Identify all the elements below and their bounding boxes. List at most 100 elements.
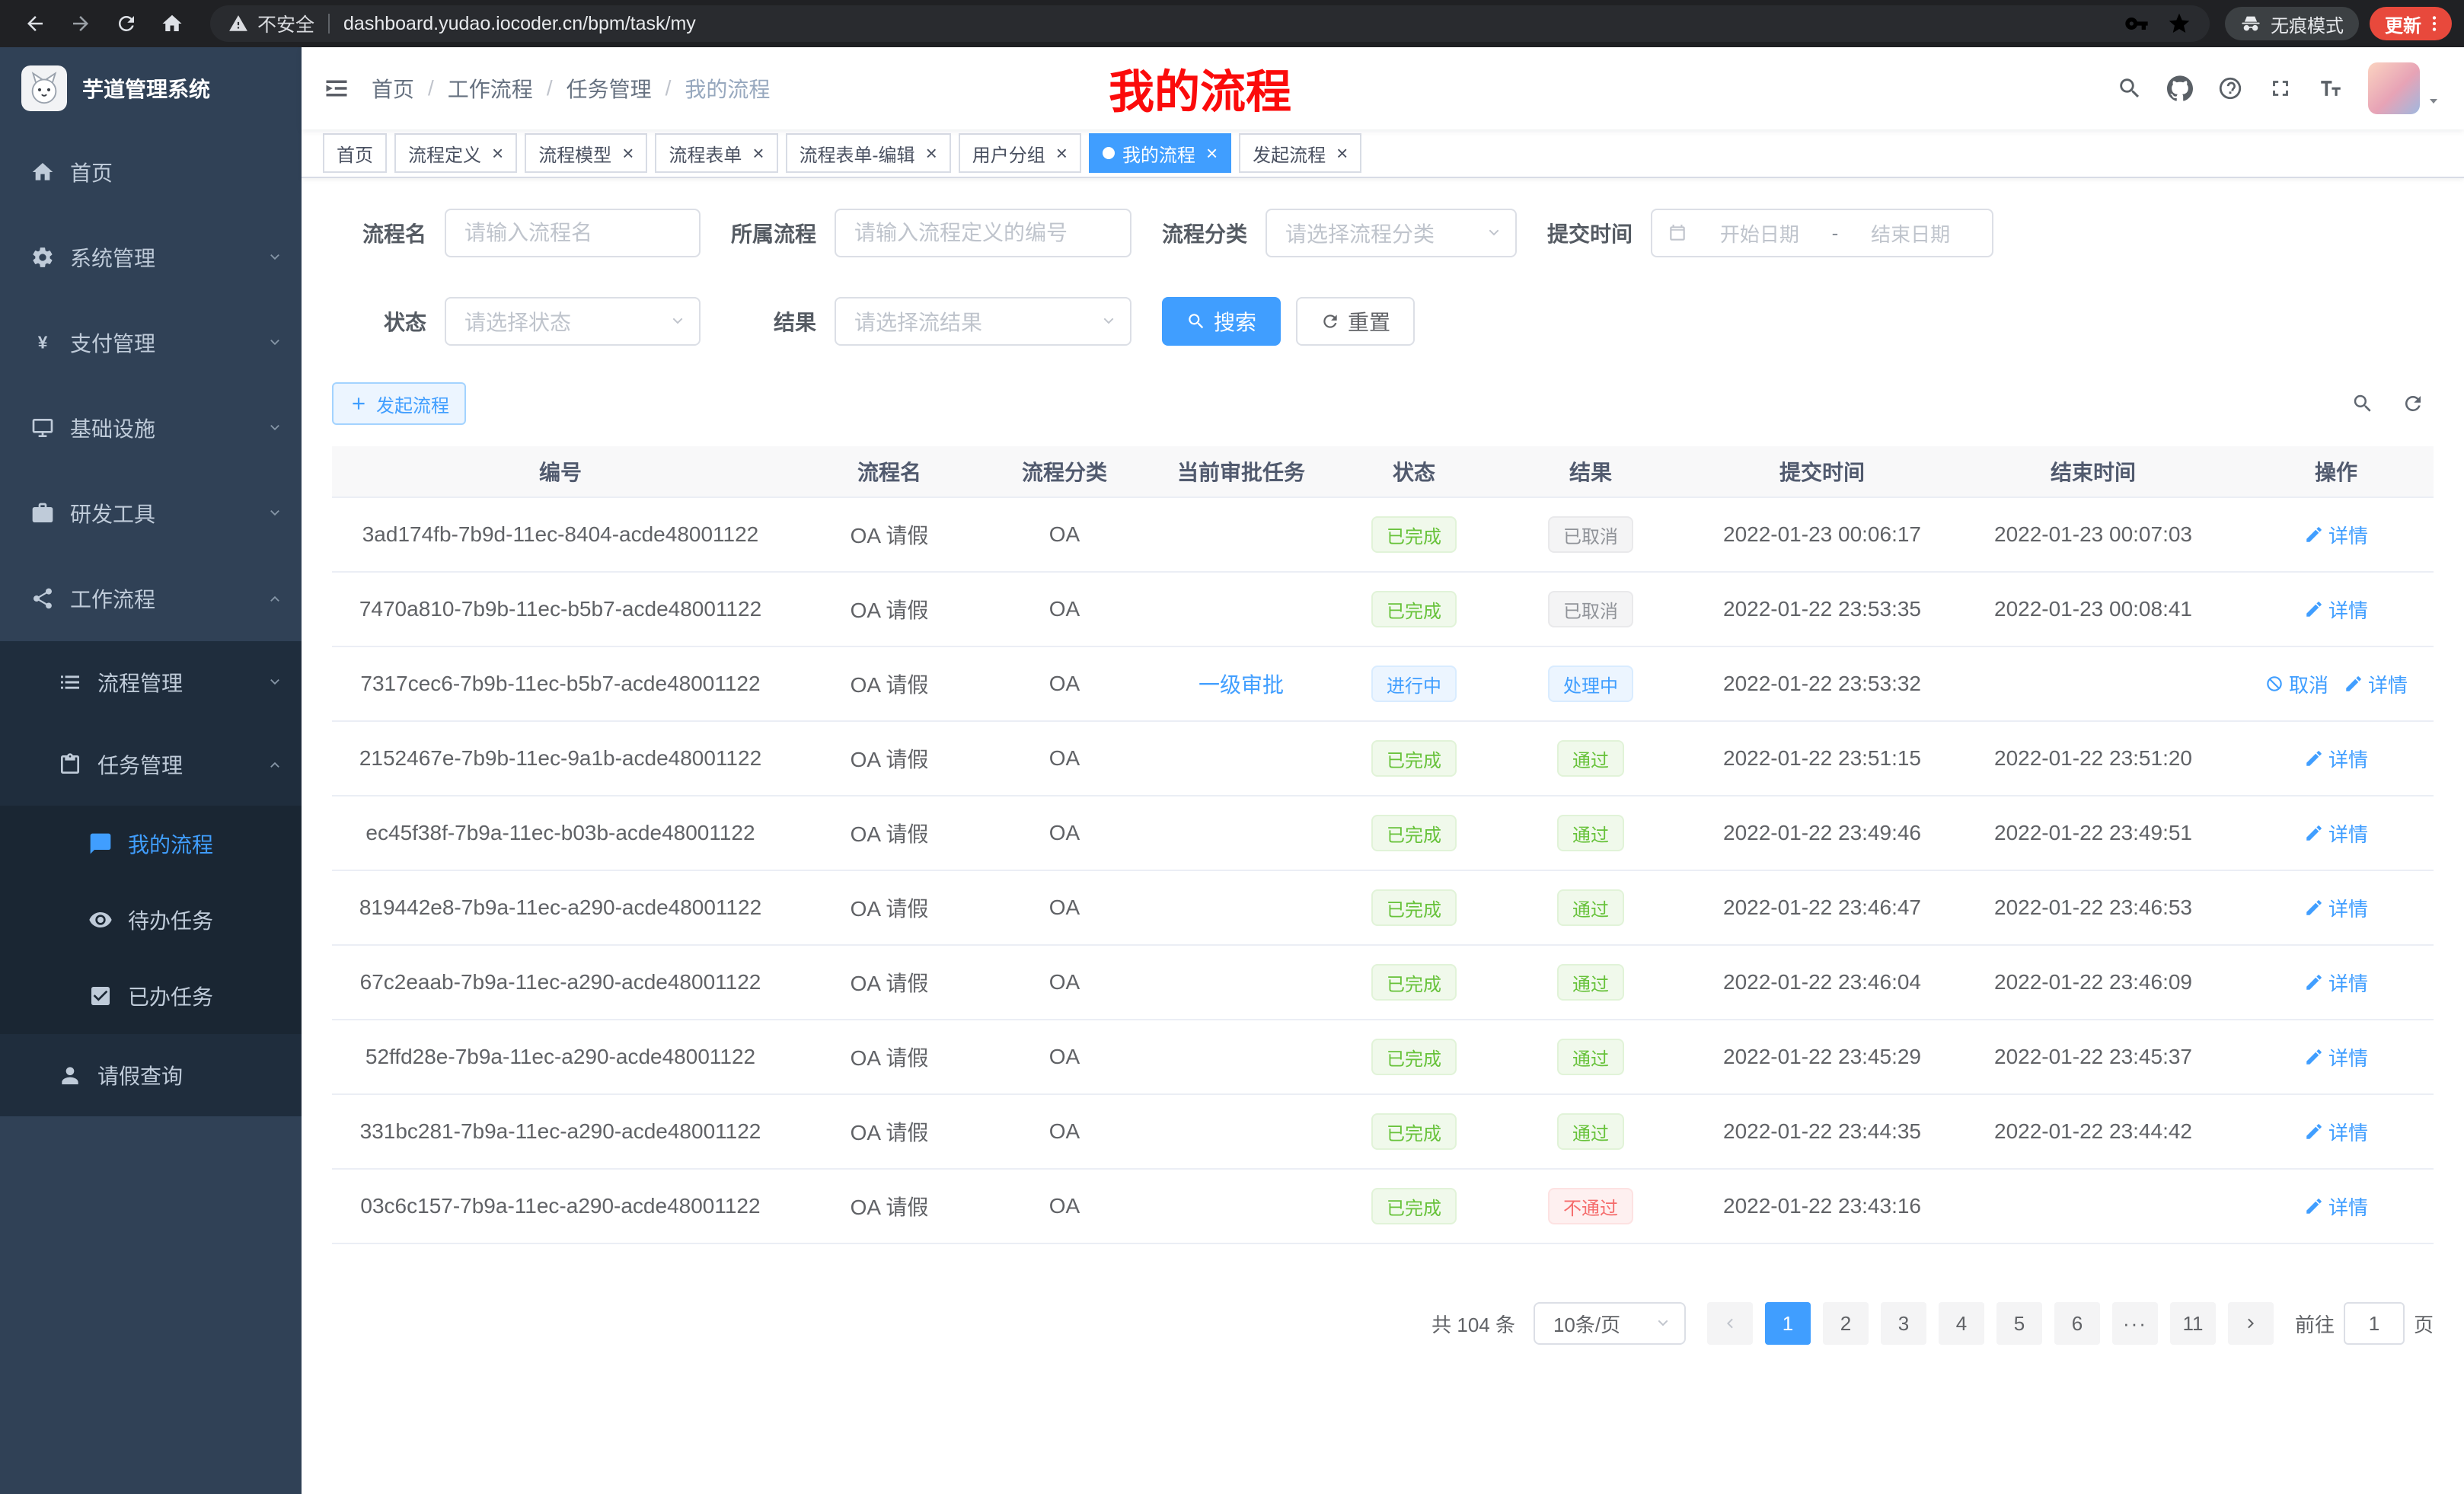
reset-button[interactable]: 重置 bbox=[1296, 297, 1415, 346]
tab-close-icon[interactable]: × bbox=[1206, 143, 1218, 163]
table-toolbar-right bbox=[2351, 392, 2434, 415]
goto-page-input[interactable] bbox=[2344, 1302, 2405, 1345]
page-button-2[interactable]: 2 bbox=[1823, 1302, 1869, 1345]
detail-action-link[interactable]: 详情 bbox=[2304, 745, 2368, 773]
tab-close-icon[interactable]: × bbox=[1336, 143, 1348, 163]
detail-action-link[interactable]: 详情 bbox=[2304, 969, 2368, 997]
tab-label: 我的流程 bbox=[1122, 140, 1195, 167]
detail-action-link[interactable]: 详情 bbox=[2304, 819, 2368, 848]
page-button-6[interactable]: 6 bbox=[2054, 1302, 2100, 1345]
sidebar-item-workflow[interactable]: 工作流程 bbox=[0, 556, 302, 641]
tab-user-group[interactable]: 用户分组× bbox=[959, 133, 1081, 173]
caret-down-icon[interactable] bbox=[2424, 91, 2443, 110]
next-page-button[interactable] bbox=[2228, 1302, 2274, 1345]
breadcrumb-item[interactable]: 首页 bbox=[372, 73, 414, 104]
cell-result: 通过 bbox=[1485, 722, 1696, 795]
chevron-down-icon bbox=[1485, 224, 1503, 242]
breadcrumb-item[interactable]: 工作流程 bbox=[448, 73, 533, 104]
toggle-search-icon[interactable] bbox=[2351, 392, 2374, 415]
detail-action-link[interactable]: 详情 bbox=[2344, 670, 2408, 698]
refresh-table-icon[interactable] bbox=[2402, 392, 2424, 415]
sidebar-item-infrastructure[interactable]: 基础设施 bbox=[0, 385, 302, 471]
user-avatar[interactable] bbox=[2368, 62, 2420, 114]
browser-back-button[interactable] bbox=[15, 4, 55, 43]
browser-reload-button[interactable] bbox=[107, 4, 146, 43]
tab-close-icon[interactable]: × bbox=[1056, 143, 1068, 163]
page-button-11[interactable]: 11 bbox=[2170, 1302, 2216, 1345]
tab-my-process[interactable]: 我的流程 × bbox=[1089, 133, 1231, 173]
bookmark-star-icon[interactable] bbox=[2167, 11, 2191, 36]
sidebar-item-payment[interactable]: 支付管理 bbox=[0, 300, 302, 385]
tab-home[interactable]: 首页 bbox=[323, 133, 387, 173]
tab-process-form-edit[interactable]: 流程表单-编辑× bbox=[786, 133, 951, 173]
detail-action-link[interactable]: 详情 bbox=[2304, 1118, 2368, 1146]
page-button-5[interactable]: 5 bbox=[1996, 1302, 2042, 1345]
tab-process-definition[interactable]: 流程定义× bbox=[394, 133, 517, 173]
sidebar-item-home[interactable]: 首页 bbox=[0, 129, 302, 215]
detail-action-link[interactable]: 详情 bbox=[2304, 595, 2368, 624]
fullscreen-button[interactable] bbox=[2255, 62, 2306, 114]
page-button-4[interactable]: 4 bbox=[1939, 1302, 1984, 1345]
page: 不安全 dashboard.yudao.iocoder.cn/bpm/task/… bbox=[0, 0, 2464, 1494]
cell-status: 已完成 bbox=[1343, 722, 1485, 795]
breadcrumb-separator: / bbox=[665, 76, 672, 101]
password-key-icon[interactable] bbox=[2124, 11, 2149, 36]
tab-close-icon[interactable]: × bbox=[752, 143, 764, 163]
browser-forward-button[interactable] bbox=[61, 4, 101, 43]
not-secure-warning-icon bbox=[228, 14, 248, 34]
docs-help-button[interactable] bbox=[2205, 62, 2255, 114]
page-size-select[interactable]: 10条/页 bbox=[1534, 1302, 1686, 1345]
more-pages-button[interactable]: ··· bbox=[2112, 1302, 2158, 1345]
current-task-link[interactable]: 一级审批 bbox=[1198, 669, 1284, 699]
sidebar-item-task-management[interactable]: 任务管理 bbox=[0, 723, 302, 806]
header-search-button[interactable] bbox=[2105, 62, 2155, 114]
detail-action-link[interactable]: 详情 bbox=[2304, 1192, 2368, 1221]
process-def-input[interactable] bbox=[835, 209, 1131, 257]
status-select[interactable]: 请选择状态 bbox=[445, 297, 701, 346]
cell-status: 已完成 bbox=[1343, 871, 1485, 944]
sidebar-item-leave-query[interactable]: 请假查询 bbox=[0, 1034, 302, 1116]
detail-icon bbox=[2304, 1196, 2324, 1216]
tab-close-icon[interactable]: × bbox=[492, 143, 503, 163]
sidebar-item-process-management[interactable]: 流程管理 bbox=[0, 641, 302, 723]
app-logo[interactable]: 芋道管理系统 bbox=[0, 47, 302, 129]
tab-close-icon[interactable]: × bbox=[622, 143, 634, 163]
font-size-button[interactable] bbox=[2306, 62, 2356, 114]
result-select[interactable]: 请选择流结果 bbox=[835, 297, 1131, 346]
tab-close-icon[interactable]: × bbox=[926, 143, 937, 163]
sidebar-item-devtools[interactable]: 研发工具 bbox=[0, 471, 302, 556]
github-link[interactable] bbox=[2155, 62, 2205, 114]
goto-page: 前往 页 bbox=[2295, 1302, 2434, 1345]
cell-status: 已完成 bbox=[1343, 1020, 1485, 1093]
action-label: 详情 bbox=[2328, 969, 2368, 997]
browser-home-button[interactable] bbox=[152, 4, 192, 43]
detail-action-link[interactable]: 详情 bbox=[2304, 521, 2368, 549]
cancel-action-link[interactable]: 取消 bbox=[2265, 670, 2328, 698]
category-select[interactable]: 请选择流程分类 bbox=[1266, 209, 1517, 257]
tab-process-model[interactable]: 流程模型× bbox=[525, 133, 647, 173]
sidebar-item-done-tasks[interactable]: 已办任务 bbox=[0, 958, 302, 1034]
detail-action-link[interactable]: 详情 bbox=[2304, 1043, 2368, 1071]
search-button[interactable]: 搜索 bbox=[1162, 297, 1281, 346]
page-button-1[interactable]: 1 bbox=[1765, 1302, 1811, 1345]
sidebar-item-todo-tasks[interactable]: 待办任务 bbox=[0, 882, 302, 958]
browser-update-menu-button[interactable]: 更新 bbox=[2370, 7, 2452, 40]
chevron-down-icon bbox=[267, 249, 283, 266]
sidebar-item-system[interactable]: 系统管理 bbox=[0, 215, 302, 300]
sidebar-toggle-button[interactable] bbox=[302, 47, 372, 129]
filter-status: 状态 请选择状态 bbox=[332, 297, 701, 346]
cell-process-name: OA 请假 bbox=[789, 722, 990, 795]
sidebar-item-my-process[interactable]: 我的流程 bbox=[0, 806, 302, 882]
detail-action-link[interactable]: 详情 bbox=[2304, 894, 2368, 922]
cell-end-time: 2022-01-22 23:49:51 bbox=[1948, 796, 2239, 870]
address-bar[interactable]: 不安全 dashboard.yudao.iocoder.cn/bpm/task/… bbox=[210, 5, 2210, 42]
hamburger-icon bbox=[323, 75, 350, 102]
create-process-button[interactable]: 发起流程 bbox=[332, 382, 466, 425]
page-button-3[interactable]: 3 bbox=[1881, 1302, 1926, 1345]
submit-time-range-picker[interactable]: 开始日期 - 结束日期 bbox=[1651, 209, 1993, 257]
prev-page-button[interactable] bbox=[1707, 1302, 1753, 1345]
tab-start-process[interactable]: 发起流程× bbox=[1239, 133, 1361, 173]
process-name-input[interactable] bbox=[445, 209, 701, 257]
breadcrumb-item[interactable]: 任务管理 bbox=[567, 73, 652, 104]
tab-process-form[interactable]: 流程表单× bbox=[655, 133, 777, 173]
